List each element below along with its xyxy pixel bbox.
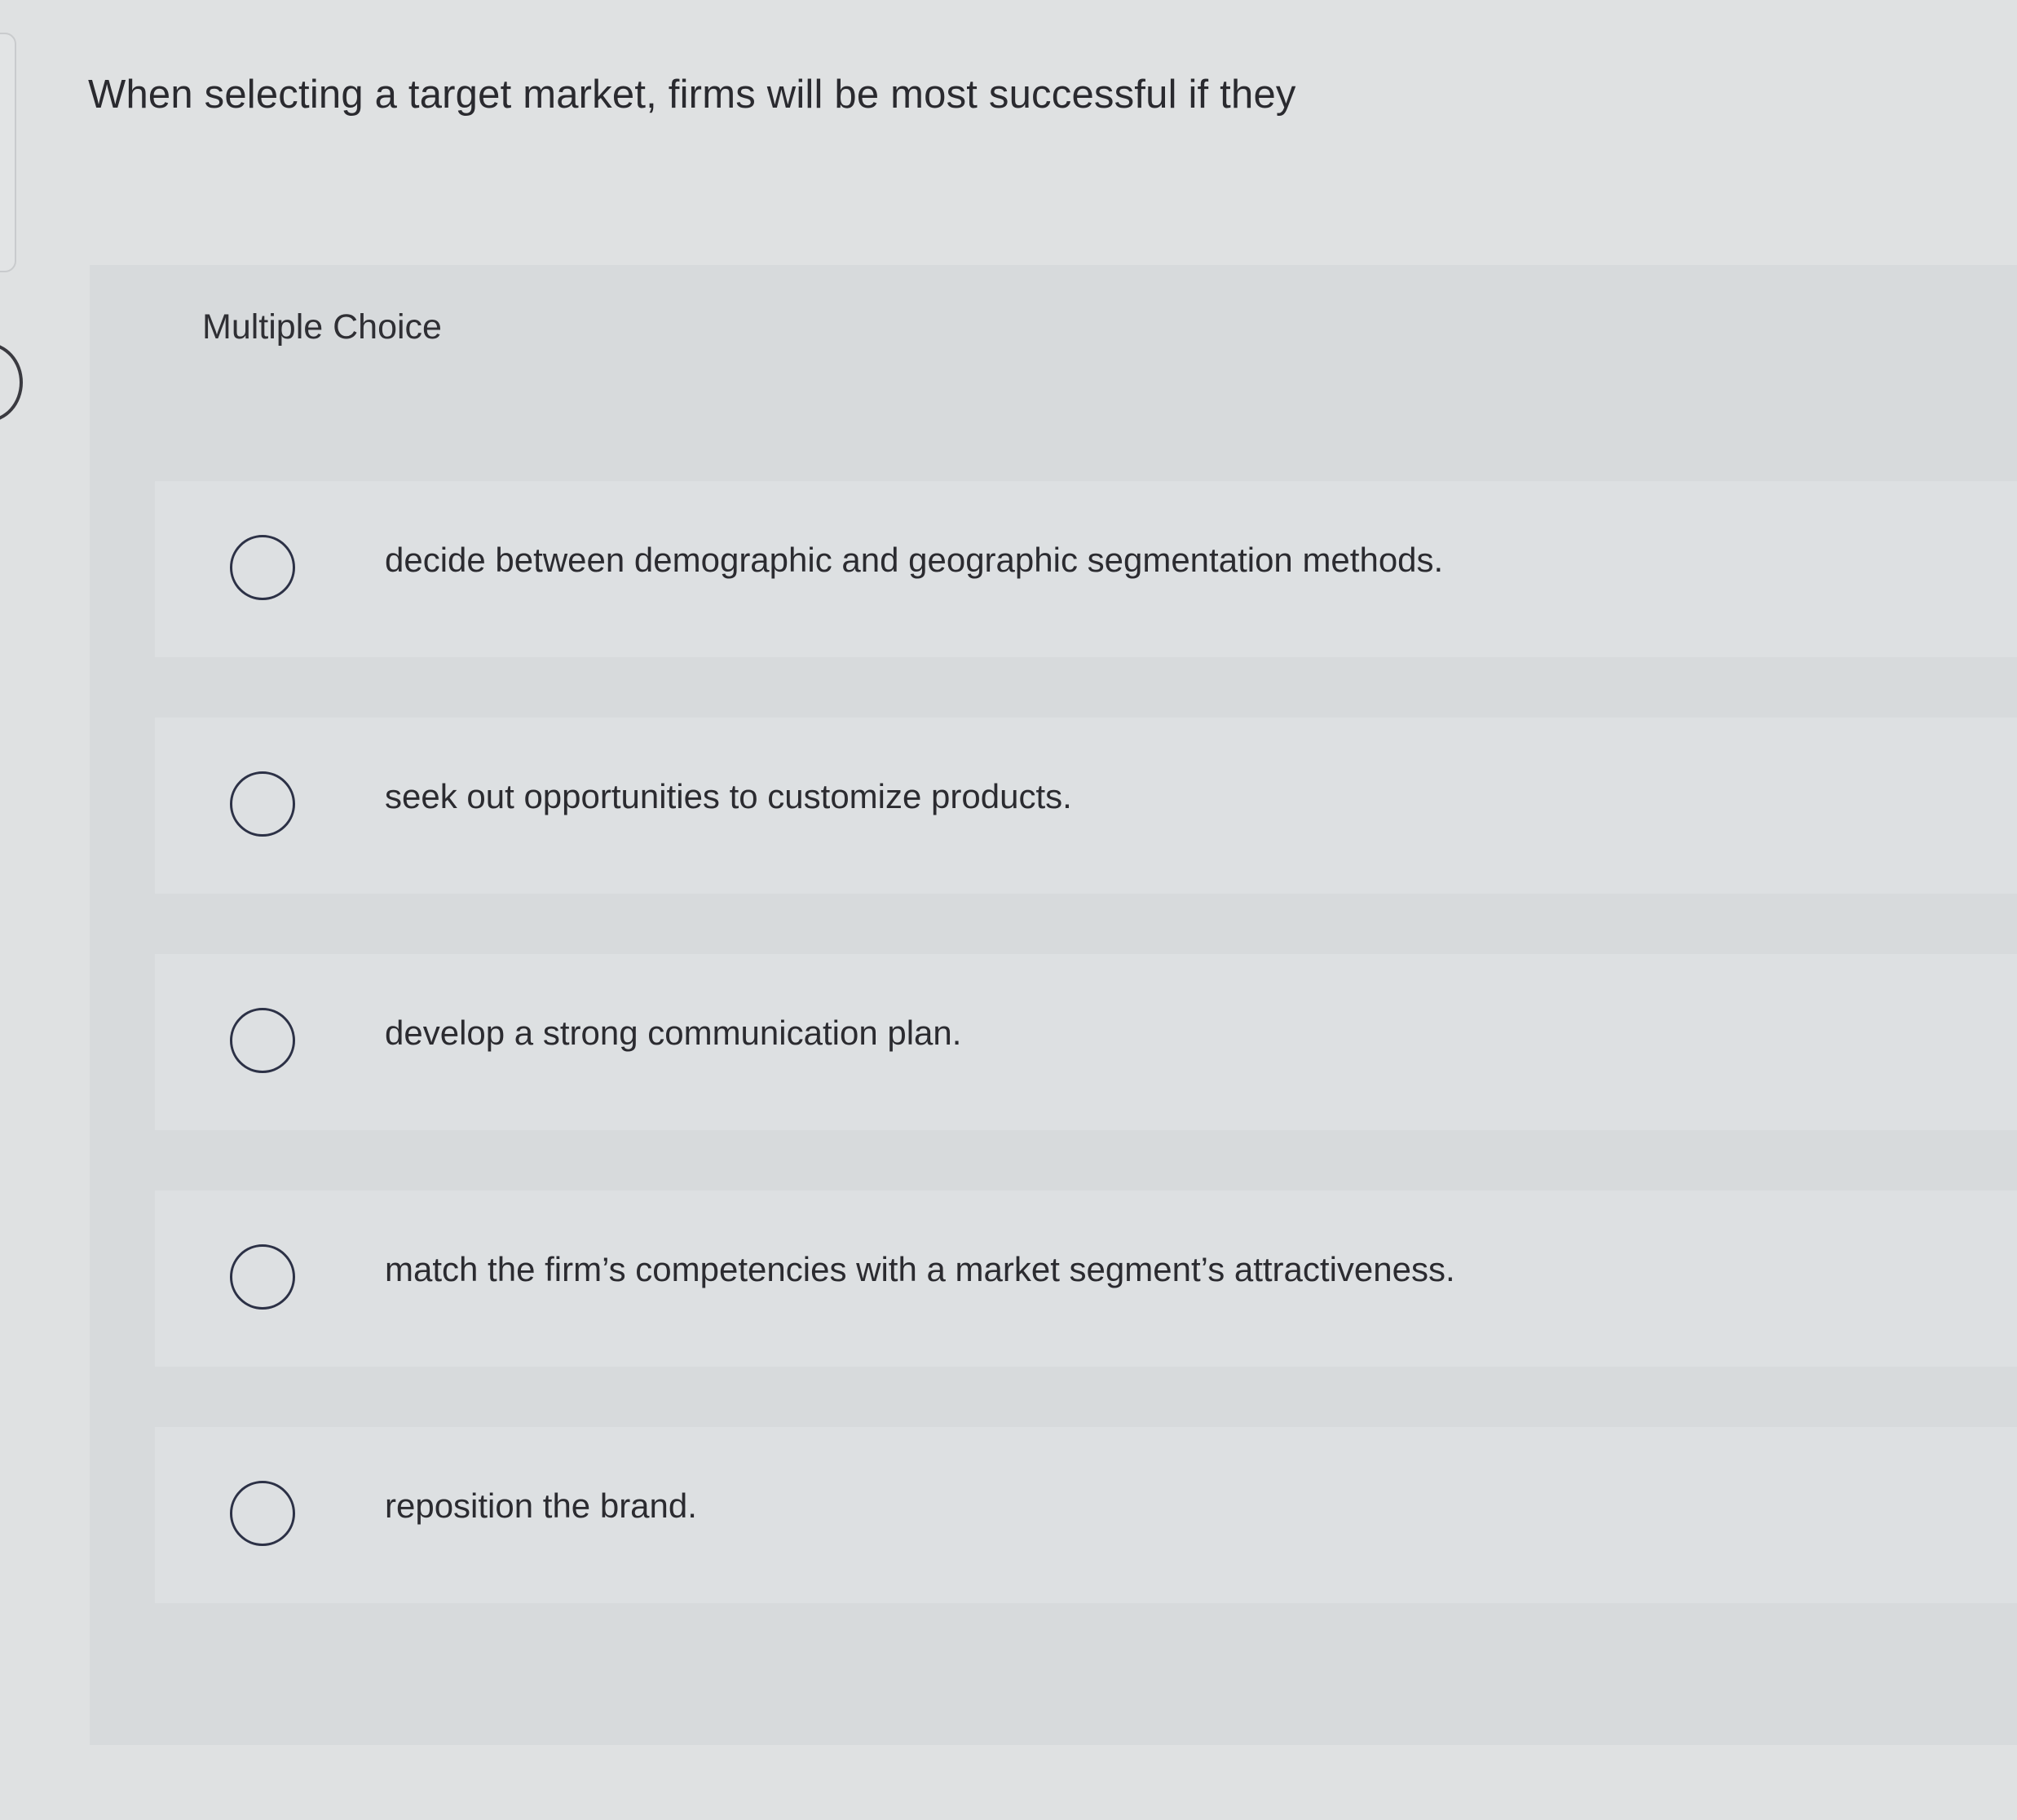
answer-option-5[interactable]: reposition the brand.	[155, 1427, 2017, 1603]
radio-unselected-icon[interactable]	[230, 1244, 295, 1310]
answer-options: decide between demographic and geographi…	[155, 481, 2017, 1663]
answer-option-2[interactable]: seek out opportunities to customize prod…	[155, 718, 2017, 894]
answer-option-3[interactable]: develop a strong communication plan.	[155, 954, 2017, 1130]
left-edge-arc	[0, 342, 23, 422]
answer-option-label: develop a strong communication plan.	[385, 1014, 962, 1052]
left-edge-panel	[0, 33, 16, 272]
question-prompt: When selecting a target market, firms wi…	[88, 73, 1296, 117]
question-type-label: Multiple Choice	[202, 307, 442, 347]
radio-unselected-icon[interactable]	[230, 535, 295, 600]
answer-panel: Multiple Choice decide between demograph…	[90, 265, 2017, 1745]
answer-option-label: reposition the brand.	[385, 1486, 697, 1525]
answer-option-1[interactable]: decide between demographic and geographi…	[155, 481, 2017, 657]
answer-option-label: match the firm’s competencies with a mar…	[385, 1250, 1455, 1288]
answer-option-label: seek out opportunities to customize prod…	[385, 777, 1072, 815]
answer-option-4[interactable]: match the firm’s competencies with a mar…	[155, 1191, 2017, 1367]
radio-unselected-icon[interactable]	[230, 1481, 295, 1546]
answer-option-label: decide between demographic and geographi…	[385, 541, 1444, 579]
radio-unselected-icon[interactable]	[230, 771, 295, 837]
radio-unselected-icon[interactable]	[230, 1008, 295, 1073]
